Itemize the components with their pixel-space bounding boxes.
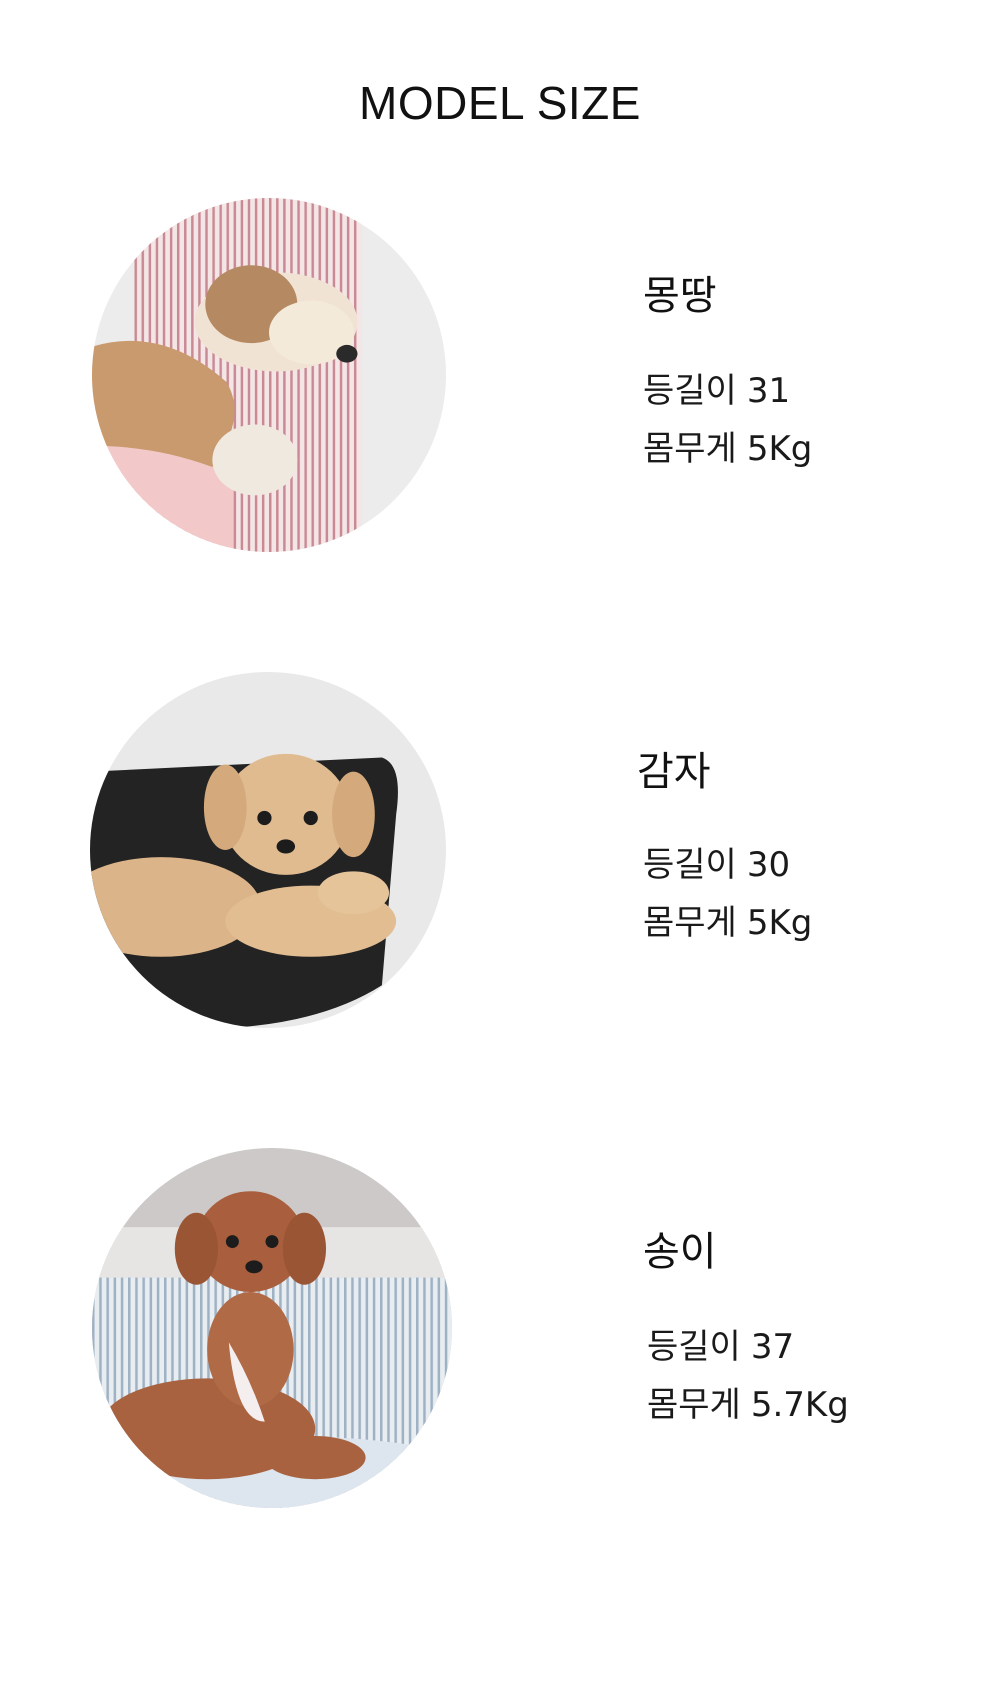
back-length: 등길이 31 bbox=[643, 370, 790, 412]
back-length-value: 31 bbox=[746, 371, 791, 411]
model-name: 감자 bbox=[637, 749, 711, 795]
body-weight: 몸무게 5.7Kg bbox=[647, 1384, 849, 1426]
back-length-value: 37 bbox=[750, 1327, 795, 1367]
model-photo-songi bbox=[92, 1148, 452, 1508]
body-weight-label: 몸무게 bbox=[647, 1385, 741, 1425]
body-weight-label: 몸무게 bbox=[643, 903, 737, 943]
back-length-label: 등길이 bbox=[647, 1327, 741, 1367]
body-weight: 몸무게 5Kg bbox=[643, 428, 812, 470]
model-photo-mongttang bbox=[92, 198, 446, 552]
page-title: MODEL SIZE bbox=[359, 77, 641, 129]
back-length-label: 등길이 bbox=[643, 845, 737, 885]
back-length: 등길이 30 bbox=[643, 844, 790, 886]
model-photo-gamja bbox=[90, 672, 446, 1028]
back-length-value: 30 bbox=[746, 845, 791, 885]
body-weight-label: 몸무게 bbox=[643, 429, 737, 469]
model-name: 송이 bbox=[643, 1229, 717, 1275]
back-length: 등길이 37 bbox=[647, 1326, 794, 1368]
back-length-label: 등길이 bbox=[643, 371, 737, 411]
body-weight-value: 5Kg bbox=[746, 429, 813, 469]
body-weight: 몸무게 5Kg bbox=[643, 902, 812, 944]
body-weight-value: 5.7Kg bbox=[750, 1385, 849, 1425]
body-weight-value: 5Kg bbox=[746, 903, 813, 943]
model-name: 몽땅 bbox=[643, 273, 717, 319]
